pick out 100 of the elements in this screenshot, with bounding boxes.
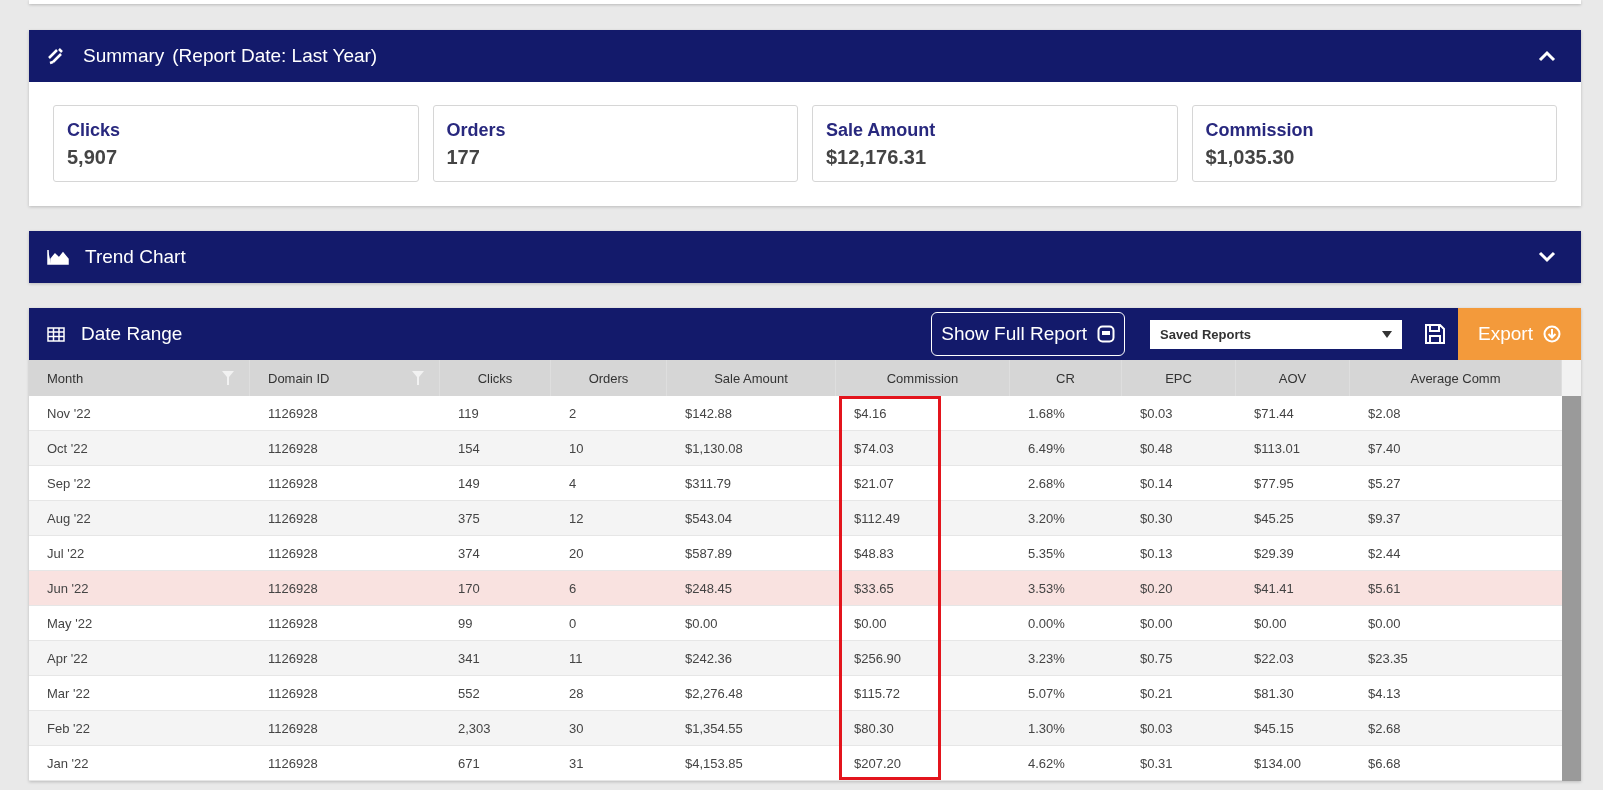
show-full-report-button[interactable]: Show Full Report [931, 312, 1125, 356]
table-cell-text: $112.49 [853, 509, 902, 528]
table-cell-text: $2,276.48 [684, 684, 744, 703]
table-row[interactable]: Nov '22 1126928 119 2 $142.88 $4.16 1.68% $0.03 $71.44 $2.08 [29, 396, 1562, 431]
table-cell-text: 1126928 [267, 544, 319, 563]
table-cell-text: 28 [568, 684, 585, 703]
table-cell-text: $71.44 [1253, 404, 1295, 423]
table-cell-text: $45.25 [1253, 509, 1295, 528]
table-cell-text: 4 [568, 474, 578, 493]
table-cell-text: $41.41 [1253, 579, 1295, 598]
table-cell-text: $81.30 [1253, 684, 1295, 703]
table-cell-text: 99 [457, 614, 474, 633]
table-cell-text: $207.20 [853, 754, 902, 773]
table-cell-text: Jul '22 [46, 544, 86, 563]
table-cell-text: $113.01 [1253, 439, 1302, 458]
table-cell-text: Sep '22 [46, 474, 92, 493]
saved-reports-dropdown[interactable]: Saved Reports [1150, 319, 1402, 349]
table-cell-text: $0.75 [1139, 649, 1174, 668]
table-cell-text: $21.07 [853, 474, 895, 493]
table-cell-text: 149 [457, 474, 481, 493]
stat-value: $1,035.30 [1205, 146, 1296, 169]
table-cell-text: Mar '22 [46, 684, 91, 703]
stat-value: $12,176.31 [826, 146, 928, 169]
table-cell-text: $5.61 [1367, 579, 1402, 598]
table-cell-text: $48.83 [853, 544, 895, 563]
table-cell-text: $0.31 [1139, 754, 1174, 773]
table-cell-text: 1126928 [267, 404, 319, 423]
table-cell-text: Jun '22 [46, 579, 90, 598]
table-cell-text: $77.95 [1253, 474, 1295, 493]
table-cell-text: 0 [568, 614, 578, 633]
table-row[interactable]: Feb '22 1126928 2,303 30 $1,354.55 $80.30 1.30% $0.03 $45.15 $2.68 [29, 711, 1562, 746]
table-row[interactable]: Oct '22 1126928 154 10 $1,130.08 $74.03 6.49% $0.48 $113.01 $7.40 [29, 431, 1562, 466]
table-cell-text: 11 [568, 649, 584, 668]
table-cell-text: $22.03 [1253, 649, 1295, 668]
table-row[interactable]: Mar '22 1126928 552 28 $2,276.48 $115.72 5.07% $0.21 $81.30 $4.13 [29, 676, 1562, 711]
stat-value: 177 [446, 146, 481, 169]
table-cell-text: 4.62% [1027, 754, 1066, 773]
table-cell-text: 0.00% [1027, 614, 1066, 633]
table-cell-text: 1126928 [267, 474, 319, 493]
table-cell-text: $115.72 [853, 684, 902, 703]
table-cell-text: 3.23% [1027, 649, 1066, 668]
table-cell-text: $0.00 [1139, 614, 1174, 633]
table-cell-text: 1126928 [267, 754, 319, 773]
table-cell-text: $4.13 [1367, 684, 1402, 703]
download-circle-icon [1542, 325, 1561, 343]
table-cell-text: $23.35 [1367, 649, 1409, 668]
table-cell-text: 154 [457, 439, 481, 458]
table-cell-text: 119 [457, 404, 480, 423]
table-cell-text: $0.30 [1139, 509, 1174, 528]
table-cell-text: $5.27 [1367, 474, 1402, 493]
table-row[interactable]: Jul '22 1126928 374 20 $587.89 $48.83 5.35% $0.13 $29.39 $2.44 [29, 536, 1562, 571]
table-cell-text: Oct '22 [46, 439, 89, 458]
table-cell-text: $33.65 [853, 579, 895, 598]
table-cell-text: 1126928 [267, 684, 319, 703]
table-row[interactable]: Sep '22 1126928 149 4 $311.79 $21.07 2.68% $0.14 $77.95 $5.27 [29, 466, 1562, 501]
table-cell-text: $248.45 [684, 579, 733, 598]
table-cell-text: 5.35% [1027, 544, 1066, 563]
table-cell-text: 1.30% [1027, 719, 1066, 738]
stat-label: Commission [1205, 120, 1315, 141]
table-cell-text: $0.00 [1367, 614, 1402, 633]
table-icon [47, 326, 65, 342]
chevron-icon[interactable] [1538, 251, 1556, 263]
scrollbar[interactable] [1562, 360, 1581, 781]
panel-header[interactable]: Trend Chart [29, 231, 1581, 283]
table-cell-text: $311.79 [684, 474, 733, 493]
table-cell-text: Apr '22 [46, 649, 89, 668]
table-cell-text: $9.37 [1367, 509, 1402, 528]
table-cell-text: $134.00 [1253, 754, 1302, 773]
save-button[interactable] [1424, 323, 1446, 345]
table-cell-text: 10 [568, 439, 585, 458]
table-cell-text: $74.03 [853, 439, 895, 458]
table-cell-text: $0.03 [1139, 719, 1174, 738]
table-cell-text: 12 [568, 509, 585, 528]
table-cell-text: $0.20 [1139, 579, 1174, 598]
stat-label: Orders [446, 120, 507, 141]
table-row[interactable]: May '22 1126928 99 0 $0.00 $0.00 0.00% $0.00 $0.00 $0.00 [29, 606, 1562, 641]
panel-title: Summary [83, 45, 165, 67]
table-row[interactable]: Aug '22 1126928 375 12 $543.04 $112.49 3.20% $0.30 $45.25 $9.37 [29, 501, 1562, 536]
caret-icon [1382, 330, 1392, 338]
table-cell-text: $0.03 [1139, 404, 1174, 423]
table-cell-text: 170 [457, 579, 481, 598]
table-cell-text: 3.20% [1027, 509, 1066, 528]
table-cell-text: $0.00 [1253, 614, 1288, 633]
table-cell-text: $256.90 [853, 649, 902, 668]
chevron-icon[interactable] [1538, 50, 1556, 62]
table-cell-text: $2.44 [1367, 544, 1402, 563]
table-cell-text: 5.07% [1027, 684, 1066, 703]
table-row[interactable]: Jan '22 1126928 671 31 $4,153.85 $207.20 4.62% $0.31 $134.00 $6.68 [29, 746, 1562, 781]
table-cell-text: 1126928 [267, 439, 319, 458]
table-cell-text: 375 [457, 509, 481, 528]
stat-label: Sale Amount [826, 120, 937, 141]
table-cell-text: $4.16 [853, 404, 888, 423]
table-cell-text: $4,153.85 [684, 754, 744, 773]
table-row[interactable]: Jun '22 1126928 170 6 $248.45 $33.65 3.53% $0.20 $41.41 $5.61 [29, 571, 1562, 606]
table-cell-text: 6 [568, 579, 578, 598]
table-cell-text: 1.68% [1027, 404, 1066, 423]
table-row[interactable]: Apr '22 1126928 341 11 $242.36 $256.90 3.23% $0.75 $22.03 $23.35 [29, 641, 1562, 676]
table-cell-text: $29.39 [1253, 544, 1295, 563]
table-cell-text: $587.89 [684, 544, 733, 563]
table-cell-text: 20 [568, 544, 585, 563]
